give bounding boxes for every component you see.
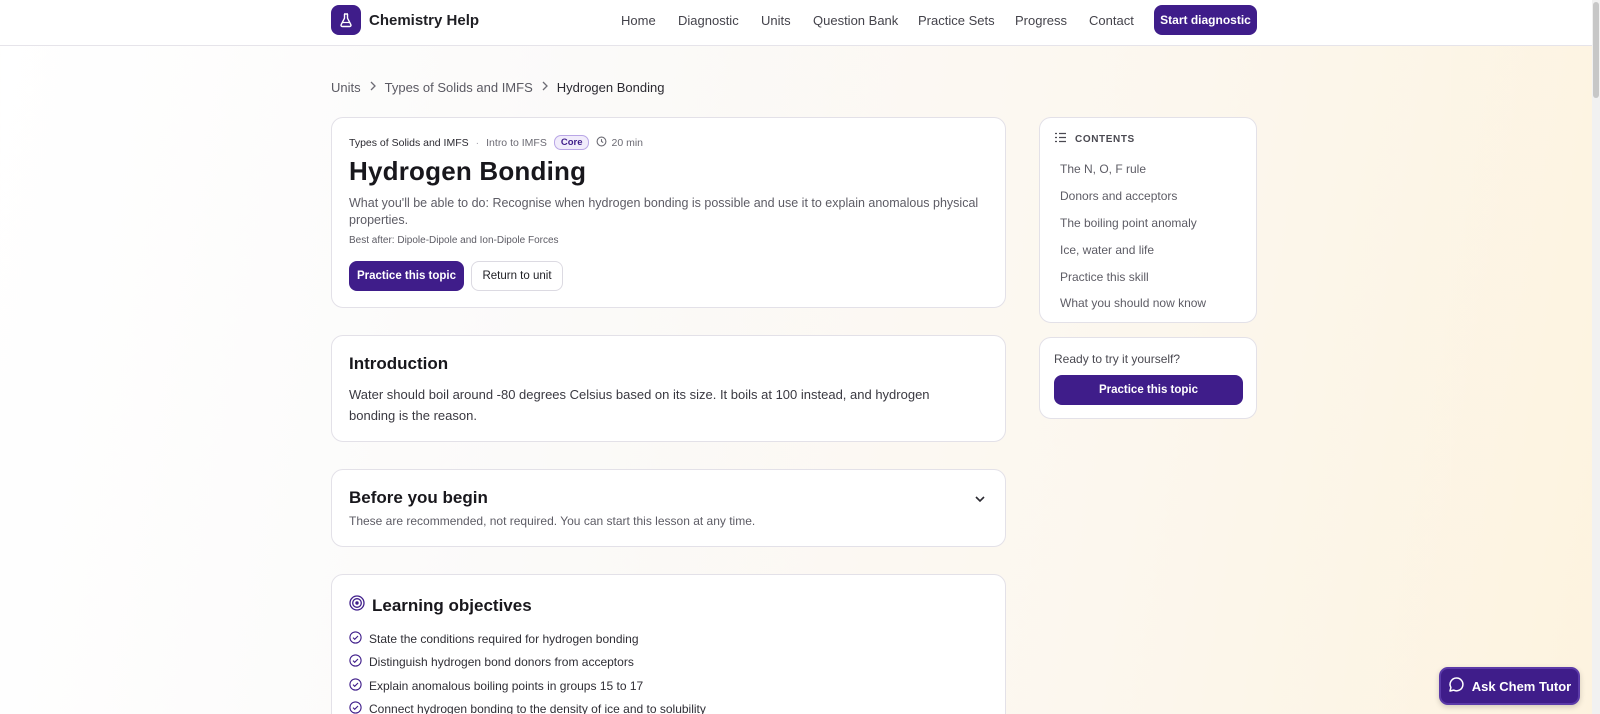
list-icon: [1054, 132, 1067, 146]
core-badge: Core: [553, 135, 590, 150]
introduction-body: Water should boil around -80 degrees Cel…: [349, 387, 930, 423]
nav-link-progress[interactable]: Progress: [1015, 13, 1067, 28]
breadcrumb-current: Hydrogen Bonding: [556, 80, 665, 95]
chevron-right-icon: [369, 81, 377, 94]
brand-name: Chemistry Help: [369, 11, 480, 29]
practice-topic-button[interactable]: Practice this topic: [349, 261, 464, 291]
before-you-begin-card[interactable]: Before you begin These are recommended, …: [331, 469, 1006, 547]
contents-link-summary[interactable]: What you should now know: [1060, 290, 1206, 317]
chat-bubble-icon: [1448, 676, 1465, 696]
lesson-header-card: Types of Solids and IMFS · Intro to IMFS…: [331, 117, 1006, 308]
breadcrumb: Units Types of Solids and IMFS Hydrogen …: [331, 80, 664, 95]
lesson-description: What you'll be able to do: Recognise whe…: [349, 196, 979, 227]
ask-chem-tutor-label: Ask Chem Tutor: [1471, 678, 1572, 694]
check-circle-icon: [349, 701, 362, 714]
contents-list: The N, O, F rule Donors and acceptors Th…: [1060, 156, 1206, 317]
objective-text: Distinguish hydrogen bond donors from ac…: [369, 655, 634, 670]
objective-text: State the conditions required for hydrog…: [369, 631, 639, 646]
nav-link-question-bank[interactable]: Question Bank: [813, 13, 898, 28]
nav-link-contact[interactable]: Contact: [1089, 13, 1134, 28]
nav-link-units[interactable]: Units: [761, 13, 791, 28]
before-subtitle: These are recommended, not required. You…: [349, 514, 756, 528]
page-title: Hydrogen Bonding: [349, 156, 587, 186]
flask-icon: [331, 5, 361, 35]
objectives-header: Learning objectives: [349, 595, 532, 616]
top-navigation-bar: Chemistry Help Home Diagnostic Units Que…: [0, 0, 1592, 46]
introduction-card: Introduction Water should boil around -8…: [331, 335, 1006, 442]
introduction-title: Introduction: [349, 354, 449, 373]
contents-link-practice-skill[interactable]: Practice this skill: [1060, 263, 1206, 290]
check-circle-icon: [349, 678, 362, 694]
nav-link-home[interactable]: Home: [621, 13, 656, 28]
chevron-down-icon[interactable]: [973, 492, 987, 511]
contents-link-nof-rule[interactable]: The N, O, F rule: [1060, 156, 1206, 183]
meta-unit: Types of Solids and IMFS: [349, 136, 469, 149]
breadcrumb-units[interactable]: Units: [331, 80, 361, 95]
objectives-list: State the conditions required for hydrog…: [349, 627, 706, 714]
nav-link-practice-sets[interactable]: Practice Sets: [918, 13, 995, 28]
return-to-unit-button[interactable]: Return to unit: [471, 261, 563, 291]
duration: 20 min: [596, 136, 643, 150]
before-title: Before you begin: [349, 488, 488, 507]
check-circle-icon: [349, 631, 362, 647]
contents-link-boiling-point[interactable]: The boiling point anomaly: [1060, 210, 1206, 237]
list-item: State the conditions required for hydrog…: [349, 627, 706, 651]
target-icon: [349, 595, 365, 616]
contents-link-donors-acceptors[interactable]: Donors and acceptors: [1060, 183, 1206, 210]
nav-link-diagnostic[interactable]: Diagnostic: [678, 13, 739, 28]
duration-text: 20 min: [611, 136, 643, 149]
contents-link-ice-water-life[interactable]: Ice, water and life: [1060, 236, 1206, 263]
scrollbar-thumb[interactable]: [1593, 2, 1599, 98]
table-of-contents: CONTENTS The N, O, F rule Donors and acc…: [1039, 117, 1257, 323]
meta-separator: ·: [475, 136, 480, 149]
objective-text: Connect hydrogen bonding to the density …: [369, 702, 706, 714]
list-item: Explain anomalous boiling points in grou…: [349, 674, 706, 698]
chevron-right-icon: [541, 81, 549, 94]
best-after: Best after: Dipole-Dipole and Ion-Dipole…: [349, 235, 559, 246]
learning-objectives-card: Learning objectives State the conditions…: [331, 574, 1006, 714]
objectives-title: Learning objectives: [372, 595, 532, 615]
meta-subunit: Intro to IMFS: [486, 136, 547, 149]
sidebar-practice-button[interactable]: Practice this topic: [1054, 375, 1243, 405]
list-item: Distinguish hydrogen bond donors from ac…: [349, 651, 706, 675]
objective-text: Explain anomalous boiling points in grou…: [369, 678, 644, 693]
list-item: Connect hydrogen bonding to the density …: [349, 698, 706, 714]
contents-heading: CONTENTS: [1075, 133, 1135, 145]
try-it-card: Ready to try it yourself? Practice this …: [1039, 337, 1257, 419]
contents-header: CONTENTS: [1054, 132, 1135, 146]
clock-icon: [596, 136, 607, 150]
lesson-meta: Types of Solids and IMFS · Intro to IMFS…: [349, 135, 643, 150]
ask-chem-tutor-button[interactable]: Ask Chem Tutor: [1439, 667, 1580, 705]
breadcrumb-unit[interactable]: Types of Solids and IMFS: [385, 80, 533, 95]
scrollbar[interactable]: [1592, 0, 1600, 714]
check-circle-icon: [349, 654, 362, 670]
try-text: Ready to try it yourself?: [1054, 352, 1181, 366]
start-diagnostic-button[interactable]: Start diagnostic: [1154, 5, 1257, 35]
brand[interactable]: Chemistry Help: [331, 5, 479, 35]
